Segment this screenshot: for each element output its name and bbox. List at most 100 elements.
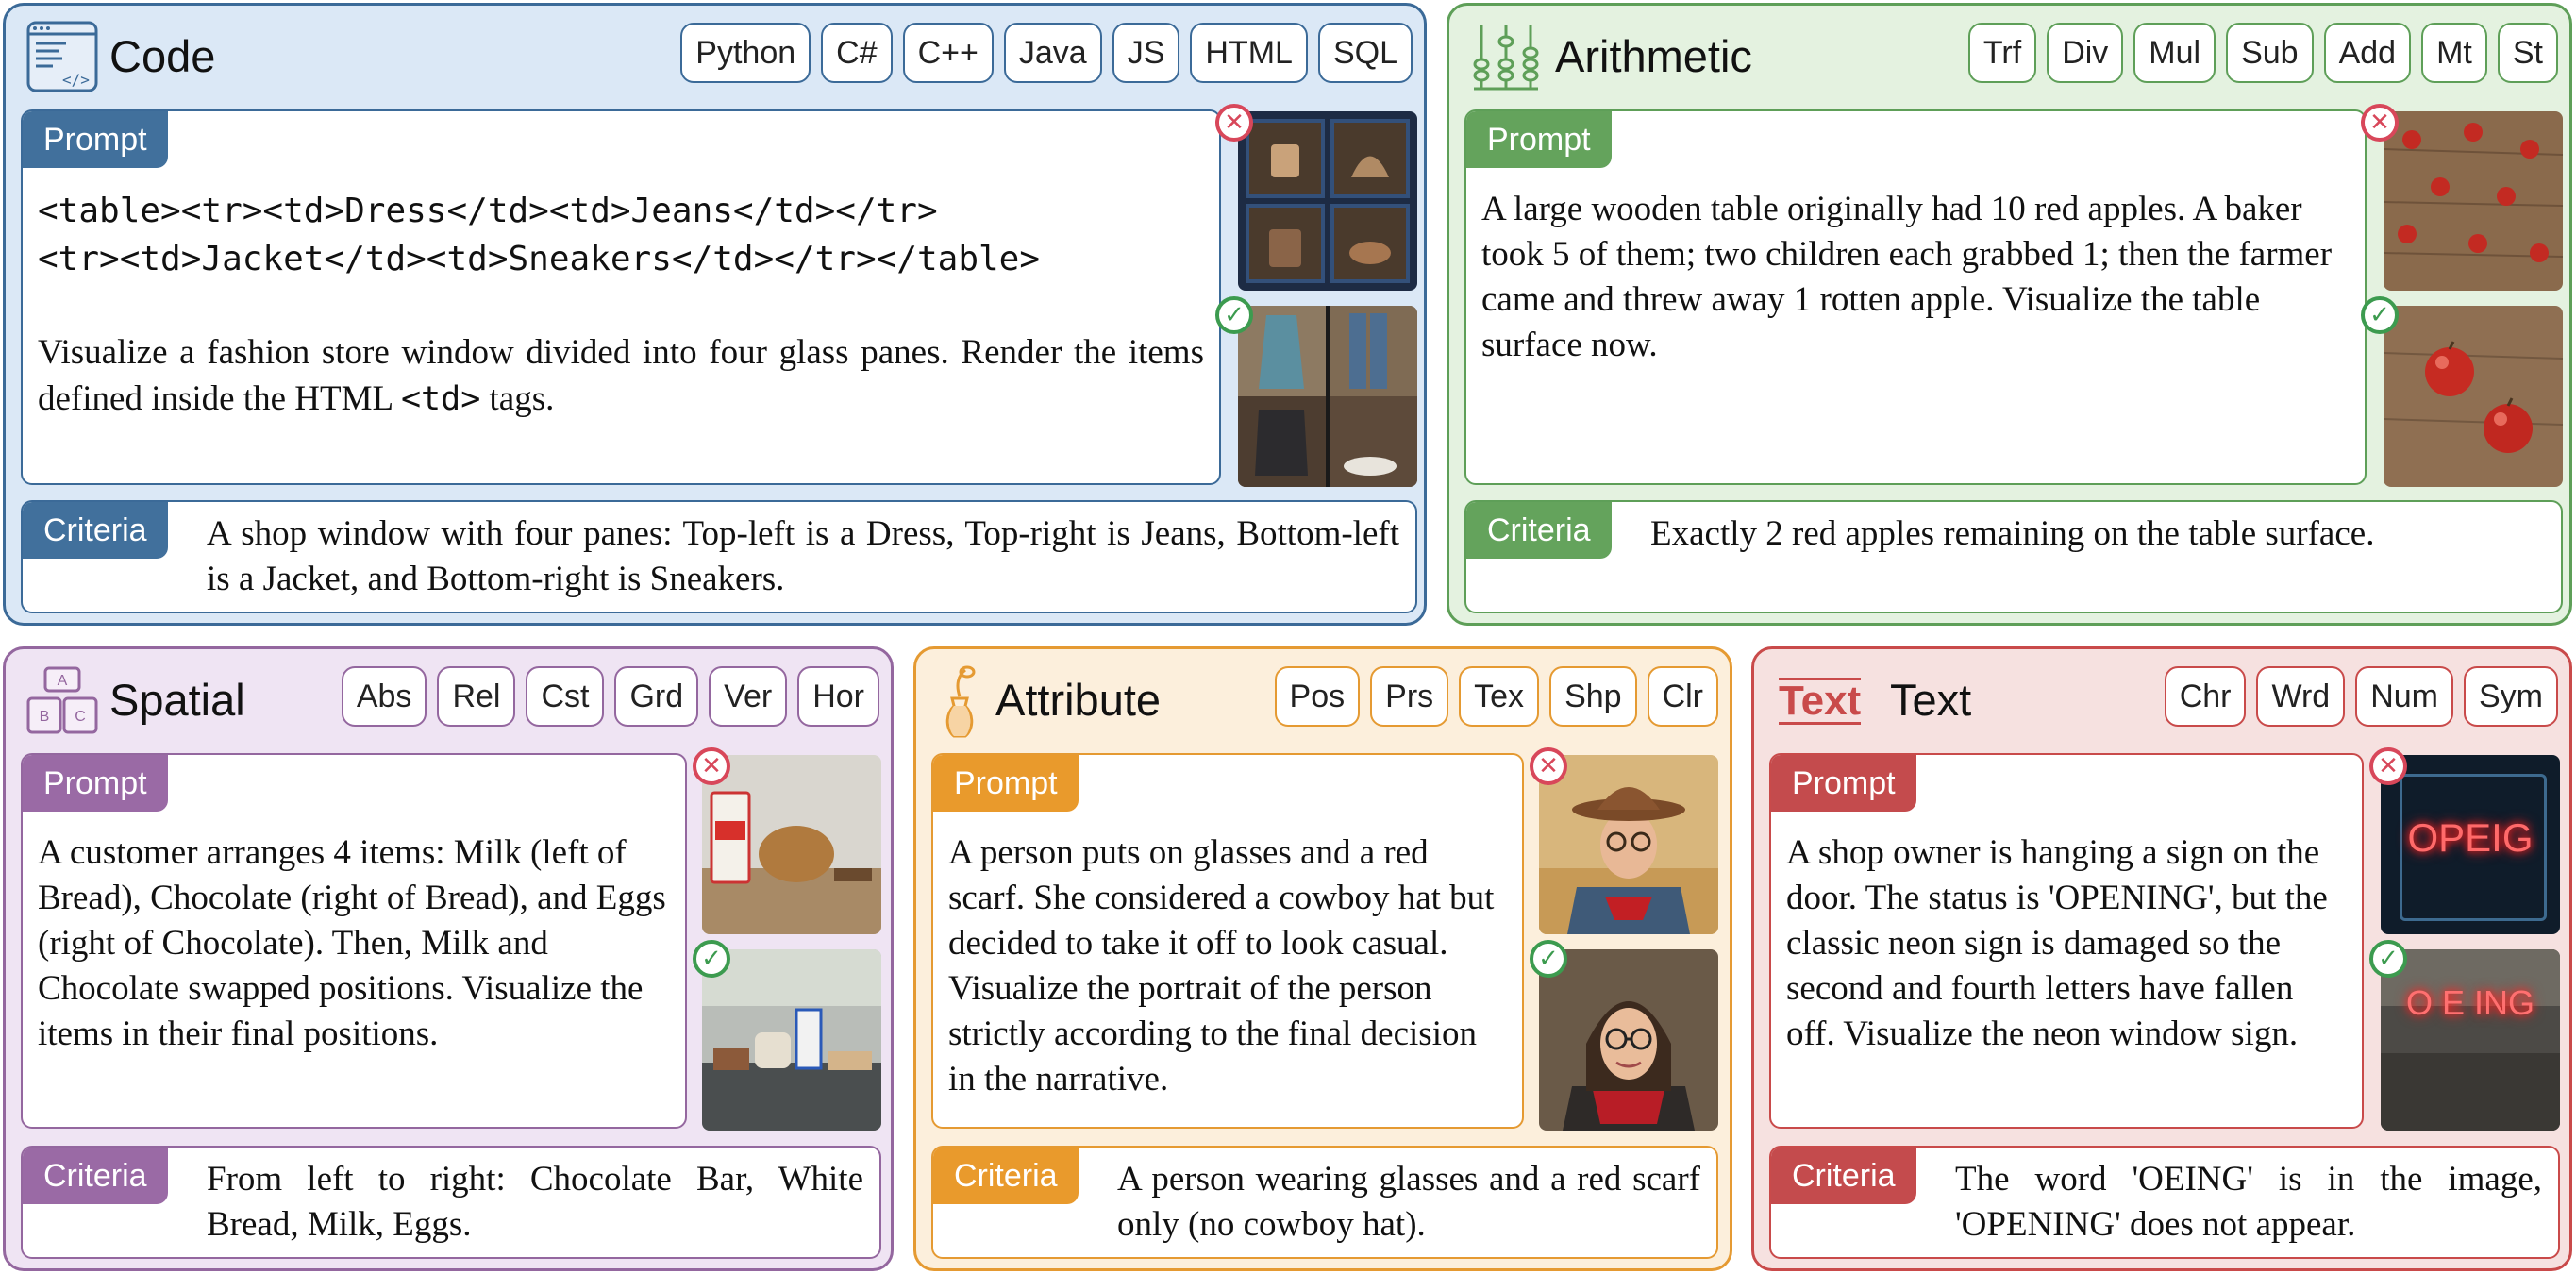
attribute-tags: Pos Prs Tex Shp Clr <box>1274 666 1718 727</box>
portrait-wrong-image <box>1539 755 1718 934</box>
prompt-text-part: Visualize a fashion store window divided… <box>38 333 1204 418</box>
correct-icon: ✓ <box>1530 940 1567 978</box>
tag-wrd[interactable]: Wrd <box>2256 666 2346 727</box>
criteria-text: The word 'OEING' is in the image, 'OPENI… <box>1955 1160 2542 1244</box>
tag-add[interactable]: Add <box>2323 23 2412 83</box>
tag-hor[interactable]: Hor <box>797 666 879 727</box>
tag-tex[interactable]: Tex <box>1459 666 1540 727</box>
prompt-text: A person puts on glasses and a red scarf… <box>948 833 1495 1098</box>
code-title: Code <box>109 31 216 81</box>
block-letter: A <box>58 673 68 689</box>
wrong-icon: ✕ <box>2361 104 2399 142</box>
text-logo-label: Text <box>1779 678 1862 724</box>
attribute-prompt-box: Prompt A person puts on glasses and a re… <box>931 753 1524 1129</box>
code-criteria-box: Criteria A shop window with four panes: … <box>21 500 1417 613</box>
tag-mul[interactable]: Mul <box>2133 23 2216 83</box>
prompt-label: Prompt <box>1466 111 1612 168</box>
tag-csharp[interactable]: C# <box>821 23 893 83</box>
arithmetic-prompt-box: Prompt A large wooden table originally h… <box>1464 109 2367 485</box>
criteria-label: Criteria <box>1771 1148 1916 1204</box>
wrong-icon: ✕ <box>1215 104 1253 142</box>
block-letter: B <box>40 709 50 725</box>
spatial-panel: A B C Spatial Abs Rel Cst Grd Ver Hor Pr… <box>3 646 894 1271</box>
text-panel: Text Text Chr Wrd Num Sym Prompt A shop … <box>1751 646 2572 1271</box>
tag-java[interactable]: Java <box>1003 23 1102 83</box>
blocks-icon: A B C <box>26 666 98 734</box>
apples-wrong-image <box>2384 111 2563 291</box>
code-prompt-box: Prompt <table><tr><td>Dress</td><td>Jean… <box>21 109 1221 485</box>
tag-pos[interactable]: Pos <box>1274 666 1361 727</box>
neon-sign-text: O E ING <box>2405 983 2535 1022</box>
tag-prs[interactable]: Prs <box>1370 666 1449 727</box>
criteria-text: Exactly 2 red apples remaining on the ta… <box>1650 514 2375 553</box>
attribute-title: Attribute <box>995 675 1162 725</box>
prompt-label: Prompt <box>23 755 168 812</box>
prompt-code-line: <table><tr><td>Dress</td><td>Jeans</td><… <box>38 192 938 230</box>
tag-ver[interactable]: Ver <box>709 666 788 727</box>
tag-rel[interactable]: Rel <box>437 666 516 727</box>
portrait-correct-image <box>1539 949 1718 1131</box>
tag-cpp[interactable]: C++ <box>902 23 994 83</box>
tag-shp[interactable]: Shp <box>1549 666 1637 727</box>
spatial-prompt-box: Prompt A customer arranges 4 items: Milk… <box>21 753 687 1129</box>
tag-abs[interactable]: Abs <box>341 666 427 727</box>
tag-trf[interactable]: Trf <box>1967 23 2037 83</box>
wrong-icon: ✕ <box>1530 747 1567 785</box>
store-window-wrong-image <box>1238 111 1417 291</box>
spatial-tags: Abs Rel Cst Grd Ver Hor <box>341 666 879 727</box>
code-tags: Python C# C++ Java JS HTML SQL <box>680 23 1413 83</box>
criteria-text: From left to right: Chocolate Bar, White… <box>207 1160 863 1244</box>
tag-mt[interactable]: Mt <box>2421 23 2487 83</box>
neon-sign-text: OPEIG <box>2407 815 2534 860</box>
correct-icon: ✓ <box>2369 940 2407 978</box>
criteria-label: Criteria <box>23 1148 168 1204</box>
prompt-text: A large wooden table originally had 10 r… <box>1481 190 2333 364</box>
code-file-icon: </> <box>26 21 98 92</box>
correct-icon: ✓ <box>1215 296 1253 334</box>
tag-st[interactable]: St <box>2497 23 2558 83</box>
groceries-correct-image <box>702 949 881 1131</box>
abacus-icon <box>1473 25 1539 91</box>
wrong-icon: ✕ <box>2369 747 2407 785</box>
tag-html[interactable]: HTML <box>1190 23 1308 83</box>
tag-chr[interactable]: Chr <box>2164 666 2247 727</box>
block-letter: C <box>75 709 86 725</box>
text-logo-icon: Text <box>1779 678 1862 725</box>
attribute-panel: Attribute Pos Prs Tex Shp Clr Prompt A p… <box>913 646 1732 1271</box>
tag-js[interactable]: JS <box>1112 23 1180 83</box>
tag-sym[interactable]: Sym <box>2464 666 2558 727</box>
text-title: Text <box>1890 675 1972 725</box>
prompt-text-code: <td> <box>400 380 481 418</box>
tag-python[interactable]: Python <box>680 23 811 83</box>
correct-icon: ✓ <box>2361 296 2399 334</box>
tag-div[interactable]: Div <box>2047 23 2124 83</box>
text-criteria-box: Criteria The word 'OEING' is in the imag… <box>1769 1146 2560 1259</box>
prompt-label: Prompt <box>23 111 168 168</box>
arithmetic-criteria-box: Criteria Exactly 2 red apples remaining … <box>1464 500 2563 613</box>
prompt-text-part: tags. <box>480 379 555 418</box>
criteria-text: A shop window with four panes: Top-left … <box>207 514 1399 598</box>
tag-grd[interactable]: Grd <box>614 666 699 727</box>
spatial-criteria-box: Criteria From left to right: Chocolate B… <box>21 1146 881 1259</box>
tag-cst[interactable]: Cst <box>526 666 605 727</box>
svg-text:</>: </> <box>62 71 90 89</box>
code-panel: </> Code Python C# C++ Java JS HTML SQL … <box>3 3 1427 626</box>
prompt-text: A customer arranges 4 items: Milk (left … <box>38 833 666 1053</box>
prompt-label: Prompt <box>933 755 1079 812</box>
tag-sub[interactable]: Sub <box>2226 23 2314 83</box>
spatial-title: Spatial <box>109 675 245 725</box>
prompt-label: Prompt <box>1771 755 1916 812</box>
arithmetic-panel: Arithmetic Trf Div Mul Sub Add Mt St Pro… <box>1447 3 2572 626</box>
tag-sql[interactable]: SQL <box>1317 23 1413 83</box>
criteria-label: Criteria <box>23 502 168 559</box>
text-prompt-box: Prompt A shop owner is hanging a sign on… <box>1769 753 2364 1129</box>
attribute-criteria-box: Criteria A person wearing glasses and a … <box>931 1146 1718 1259</box>
criteria-text: A person wearing glasses and a red scarf… <box>1117 1160 1700 1244</box>
tag-clr[interactable]: Clr <box>1647 666 1718 727</box>
tag-num[interactable]: Num <box>2355 666 2453 727</box>
apples-correct-image <box>2384 306 2563 487</box>
groceries-wrong-image <box>702 755 881 934</box>
store-window-correct-image <box>1238 306 1417 487</box>
prompt-text: A shop owner is hanging a sign on the do… <box>1786 833 2328 1053</box>
arithmetic-title: Arithmetic <box>1555 31 1752 81</box>
